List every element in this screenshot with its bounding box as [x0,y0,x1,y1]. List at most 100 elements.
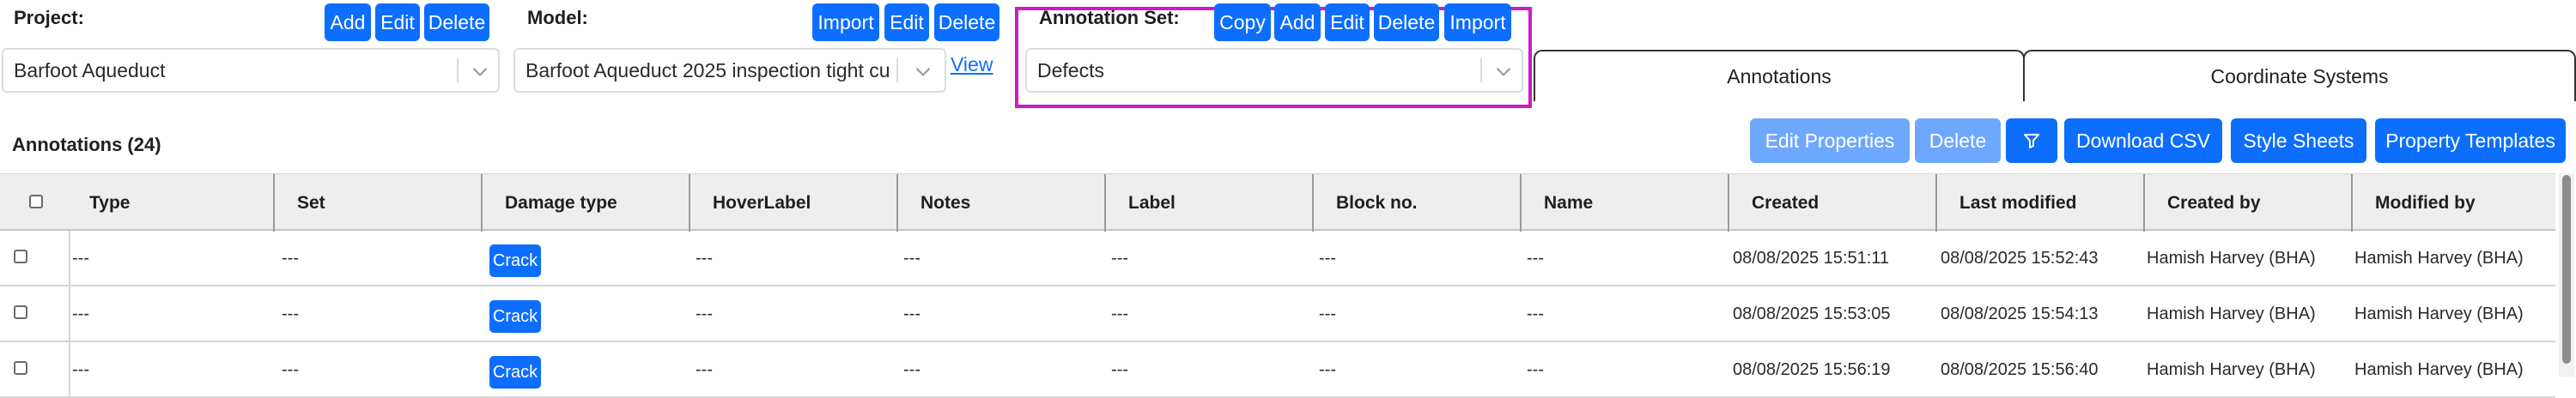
damage-type-badge: Crack [489,356,541,389]
chevron-down-icon [472,67,488,76]
download-csv-button[interactable]: Download CSV [2064,118,2222,163]
table-row[interactable]: --- --- Crack --- --- --- --- --- 08/08/2025 15:… [0,342,2555,398]
cell-set: --- [282,360,299,379]
cell-created-by: Hamish Harvey (BHA) [2147,305,2316,323]
cell-block: --- [1319,360,1336,379]
cell-modified: 08/08/2025 15:54:13 [1941,305,2099,323]
cell-notes: --- [903,305,920,323]
cell-created: 08/08/2025 15:56:19 [1733,360,1891,379]
column-separator[interactable] [1935,174,1937,232]
cell-name: --- [1527,249,1544,268]
row-divider [69,342,70,396]
cell-modified-by: Hamish Harvey (BHA) [2354,360,2524,379]
table-header: Type Set Damage type HoverLabel Notes La… [0,173,2555,232]
column-separator[interactable] [481,174,483,232]
cell-label: --- [1111,360,1128,379]
cell-hover: --- [696,305,713,323]
chevron-down-icon [1496,67,1511,76]
row-checkbox[interactable] [14,305,27,319]
annotation-set-add-button[interactable]: Add [1274,3,1321,41]
cell-block: --- [1319,249,1336,268]
vertical-scrollbar[interactable] [2559,173,2574,377]
annotations-table: Type Set Damage type HoverLabel Notes La… [0,173,2576,398]
cell-modified: 08/08/2025 15:56:40 [1941,360,2099,379]
damage-type-badge: Crack [489,300,541,333]
column-header-notes[interactable]: Notes [907,174,970,232]
cell-modified: 08/08/2025 15:52:43 [1941,249,2099,268]
project-select[interactable]: Barfoot Aqueduct [2,48,500,93]
column-header-hoverlabel[interactable]: HoverLabel [699,174,811,232]
annotation-set-select-value: Defects [1037,58,1104,81]
column-header-modified-by[interactable]: Modified by [2361,174,2476,232]
cell-name: --- [1527,305,1544,323]
cell-type: --- [72,360,89,379]
column-separator[interactable] [2351,174,2353,232]
cell-created-by: Hamish Harvey (BHA) [2147,360,2316,379]
project-label: Project: [14,7,84,28]
annotations-title: Annotations (24) [12,134,161,155]
column-header-created-by[interactable]: Created by [2154,174,2261,232]
column-header-damage-type[interactable]: Damage type [491,174,617,232]
cell-label: --- [1111,249,1128,268]
row-checkbox[interactable] [14,250,27,263]
damage-type-badge: Crack [489,244,541,277]
column-separator[interactable] [1520,174,1522,232]
select-all-checkbox[interactable] [29,195,43,208]
model-edit-button[interactable]: Edit [884,3,929,41]
model-view-link[interactable]: View [951,53,993,76]
project-edit-button[interactable]: Edit [375,3,420,41]
model-label: Model: [527,7,588,28]
column-header-label[interactable]: Label [1115,174,1176,232]
column-separator[interactable] [1104,174,1106,232]
annotation-set-select[interactable]: Defects [1025,48,1523,93]
column-separator[interactable] [2143,174,2145,232]
cell-type: --- [72,249,89,268]
annotation-set-copy-button[interactable]: Copy [1214,3,1271,41]
filter-button[interactable] [2006,118,2057,163]
table-row[interactable]: --- --- Crack --- --- --- --- --- 08/08/2025 15:… [0,231,2555,286]
chevron-down-icon [915,67,931,76]
project-add-button[interactable]: Add [325,3,371,41]
row-divider [69,286,70,341]
table-row[interactable]: --- --- Crack --- --- --- --- --- 08/08/2025 15:… [0,286,2555,342]
delete-button[interactable]: Delete [1915,118,2001,163]
cell-notes: --- [903,360,920,379]
style-sheets-button[interactable]: Style Sheets [2231,118,2366,163]
model-delete-button[interactable]: Delete [934,3,999,41]
cell-set: --- [282,249,299,268]
cell-type: --- [72,305,89,323]
cell-set: --- [282,305,299,323]
project-select-value: Barfoot Aqueduct [14,58,166,81]
column-separator[interactable] [1728,174,1729,232]
project-delete-button[interactable]: Delete [424,3,489,41]
annotation-set-label: Annotation Set: [1039,7,1180,28]
property-templates-button[interactable]: Property Templates [2375,118,2566,163]
cell-modified-by: Hamish Harvey (BHA) [2354,249,2524,268]
column-header-created[interactable]: Created [1738,174,1819,232]
edit-properties-button[interactable]: Edit Properties [1750,118,1910,163]
annotation-set-edit-button[interactable]: Edit [1325,3,1370,41]
tab-annotations[interactable]: Annotations [1534,50,2025,101]
cell-notes: --- [903,249,920,268]
row-divider [69,231,70,285]
column-header-name[interactable]: Name [1530,174,1593,232]
annotation-set-delete-button[interactable]: Delete [1374,3,1439,41]
column-header-set[interactable]: Set [283,174,325,232]
scrollbar-thumb[interactable] [2562,175,2571,364]
column-separator[interactable] [273,174,275,232]
column-separator[interactable] [896,174,898,232]
model-import-button[interactable]: Import [812,3,879,41]
column-header-last-modified[interactable]: Last modified [1946,174,2077,232]
column-separator[interactable] [689,174,690,232]
cell-created-by: Hamish Harvey (BHA) [2147,249,2316,268]
cell-label: --- [1111,305,1128,323]
column-header-block-no[interactable]: Block no. [1322,174,1418,232]
row-checkbox[interactable] [14,361,27,375]
cell-modified-by: Hamish Harvey (BHA) [2354,305,2524,323]
cell-created: 08/08/2025 15:51:11 [1733,249,1890,268]
column-header-type[interactable]: Type [76,174,130,232]
model-select[interactable]: Barfoot Aqueduct 2025 inspection tight c… [513,48,946,93]
annotation-set-import-button[interactable]: Import [1444,3,1511,41]
column-separator[interactable] [1312,174,1314,232]
tab-coordinate-systems[interactable]: Coordinate Systems [2023,50,2576,101]
